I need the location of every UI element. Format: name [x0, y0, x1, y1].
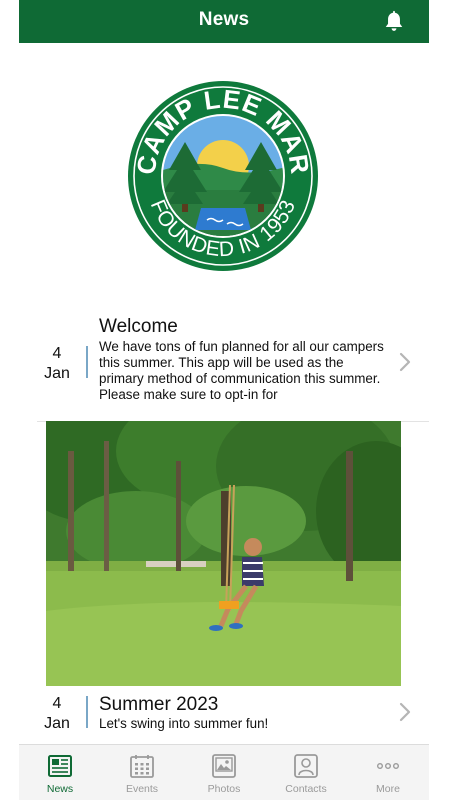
chevron-right-icon: [399, 352, 411, 372]
contact-icon: [294, 754, 318, 778]
tab-label: News: [46, 783, 74, 795]
bell-icon[interactable]: [383, 9, 405, 33]
news-body: We have tons of fun planned for all our …: [99, 339, 384, 402]
news-body: Let's swing into summer fun!: [99, 716, 269, 731]
tab-contacts[interactable]: Contacts: [265, 745, 347, 800]
camp-logo: CAMP LEE MAR FOUNDED IN 1953: [128, 81, 318, 271]
news-photo[interactable]: [46, 421, 401, 686]
chevron-right-icon: [399, 702, 411, 722]
tab-photos[interactable]: Photos: [183, 745, 265, 800]
calendar-icon: [130, 755, 154, 778]
tab-news[interactable]: News: [19, 745, 101, 800]
news-title: Summer 2023: [99, 694, 219, 715]
news-item-summer-2023[interactable]: 4 Jan Summer 2023 Let's swing into summe…: [19, 688, 429, 744]
tab-bar: News Events Photos Contacts More: [19, 744, 429, 800]
news-date: 4 Jan: [37, 694, 77, 734]
app-screen: News CAMP LEE MAR FOUNDED IN 1953 4 Jan …: [19, 0, 429, 800]
news-date-month: Jan: [44, 365, 70, 382]
newspaper-icon: [48, 755, 72, 777]
tab-label: Photos: [207, 783, 241, 795]
tab-label: More: [376, 783, 400, 795]
news-title: Welcome: [99, 316, 178, 337]
top-bar: News: [19, 0, 429, 43]
news-item-welcome[interactable]: 4 Jan Welcome We have tons of fun planne…: [19, 310, 429, 422]
date-divider: [86, 696, 88, 728]
tab-label: Events: [125, 783, 159, 795]
news-date: 4 Jan: [37, 344, 77, 384]
tab-label: Contacts: [285, 783, 327, 795]
tab-more[interactable]: More: [347, 745, 429, 800]
photo-icon: [212, 754, 236, 778]
date-divider: [86, 346, 88, 378]
news-date-day: 4: [52, 695, 62, 712]
tab-events[interactable]: Events: [101, 745, 183, 800]
news-date-month: Jan: [44, 715, 70, 732]
page-title: News: [198, 9, 250, 30]
more-icon: [377, 762, 400, 769]
news-date-day: 4: [52, 345, 62, 362]
